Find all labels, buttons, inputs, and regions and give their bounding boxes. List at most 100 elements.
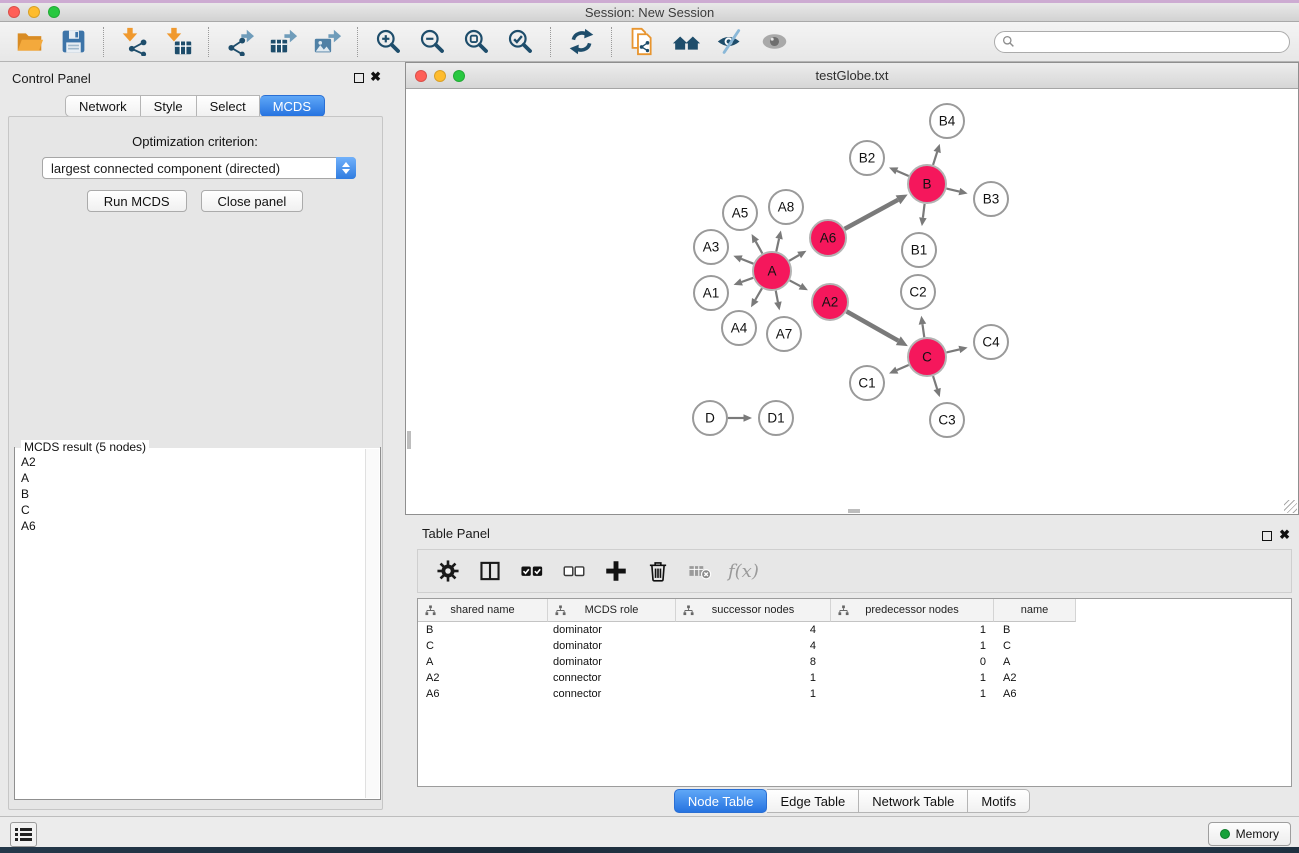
node-A2[interactable]: A2 bbox=[812, 284, 848, 320]
node-C1[interactable]: C1 bbox=[850, 366, 884, 400]
node-B4[interactable]: B4 bbox=[930, 104, 964, 138]
mcds-result-item[interactable]: A6 bbox=[17, 518, 364, 534]
search-input[interactable] bbox=[1015, 33, 1282, 51]
table-row[interactable]: A6connector11A6 bbox=[418, 686, 1291, 702]
node-A3[interactable]: A3 bbox=[694, 230, 728, 264]
node-B1[interactable]: B1 bbox=[902, 233, 936, 267]
tab-style[interactable]: Style bbox=[141, 95, 197, 117]
save-session-button[interactable] bbox=[54, 25, 92, 59]
minimize-network-button[interactable] bbox=[434, 70, 446, 82]
table-row[interactable]: Cdominator41C bbox=[418, 638, 1291, 654]
column-header-MCDS-role[interactable]: MCDS role bbox=[548, 599, 676, 622]
edge-A2-C[interactable] bbox=[847, 311, 899, 340]
search-field[interactable] bbox=[994, 31, 1290, 53]
edge-A6-B[interactable] bbox=[845, 200, 898, 229]
task-history-button[interactable] bbox=[10, 822, 37, 847]
edge-B-B2[interactable] bbox=[897, 171, 909, 176]
edge-A-A3[interactable] bbox=[741, 259, 753, 264]
select-all-button[interactable] bbox=[516, 555, 548, 587]
table-settings-button[interactable] bbox=[432, 555, 464, 587]
function-builder-button[interactable]: f(x) bbox=[728, 561, 759, 582]
close-table-panel-icon[interactable]: ✖ bbox=[1279, 528, 1290, 542]
optimization-criterion-select[interactable]: largest connected component (directed) bbox=[42, 157, 356, 179]
column-header-predecessor-nodes[interactable]: predecessor nodes bbox=[831, 599, 994, 622]
new-network-button[interactable] bbox=[623, 25, 661, 59]
memory-button[interactable]: Memory bbox=[1208, 822, 1291, 846]
zoom-in-button[interactable] bbox=[369, 25, 407, 59]
export-table-button[interactable] bbox=[264, 25, 302, 59]
table-row[interactable]: A2connector11A2 bbox=[418, 670, 1291, 686]
export-image-button[interactable] bbox=[308, 25, 346, 59]
edge-C-C3[interactable] bbox=[933, 376, 937, 389]
tab-select[interactable]: Select bbox=[197, 95, 260, 117]
node-D[interactable]: D bbox=[693, 401, 727, 435]
close-network-button[interactable] bbox=[415, 70, 427, 82]
deselect-all-button[interactable] bbox=[558, 555, 590, 587]
tab-edge-table[interactable]: Edge Table bbox=[767, 789, 859, 813]
edge-A-A1[interactable] bbox=[742, 278, 754, 282]
column-header-shared-name[interactable]: shared name bbox=[418, 599, 548, 622]
node-A7[interactable]: A7 bbox=[767, 317, 801, 351]
node-C3[interactable]: C3 bbox=[930, 403, 964, 437]
tab-network[interactable]: Network bbox=[65, 95, 141, 117]
first-neighbors-button[interactable] bbox=[667, 25, 705, 59]
table-row[interactable]: Bdominator41B bbox=[418, 622, 1291, 638]
minimize-window-button[interactable] bbox=[28, 6, 40, 18]
node-C2[interactable]: C2 bbox=[901, 275, 935, 309]
zoom-network-button[interactable] bbox=[453, 70, 465, 82]
node-A4[interactable]: A4 bbox=[722, 311, 756, 345]
edge-A-A2[interactable] bbox=[790, 280, 801, 286]
edge-C-C1[interactable] bbox=[897, 365, 909, 370]
mcds-result-item[interactable]: A bbox=[17, 470, 364, 486]
import-network-button[interactable] bbox=[115, 25, 153, 59]
run-mcds-button[interactable]: Run MCDS bbox=[87, 190, 187, 212]
tab-network-table[interactable]: Network Table bbox=[859, 789, 968, 813]
node-A6[interactable]: A6 bbox=[810, 220, 846, 256]
edge-B-B4[interactable] bbox=[933, 152, 937, 165]
close-panel-icon[interactable]: ✖ bbox=[370, 70, 381, 84]
column-header-name[interactable]: name bbox=[994, 599, 1076, 622]
refresh-layout-button[interactable] bbox=[562, 25, 600, 59]
add-column-button[interactable] bbox=[600, 555, 632, 587]
zoom-selected-button[interactable] bbox=[501, 25, 539, 59]
horizontal-scroll-thumb[interactable] bbox=[848, 509, 860, 513]
edge-A-A4[interactable] bbox=[755, 288, 762, 300]
node-C[interactable]: C bbox=[908, 338, 946, 376]
tab-mcds[interactable]: MCDS bbox=[260, 95, 325, 117]
tab-node-table[interactable]: Node Table bbox=[674, 789, 768, 813]
hide-selected-button[interactable] bbox=[711, 25, 749, 59]
node-B3[interactable]: B3 bbox=[974, 182, 1008, 216]
open-file-button[interactable] bbox=[10, 25, 48, 59]
export-network-button[interactable] bbox=[220, 25, 258, 59]
zoom-window-button[interactable] bbox=[48, 6, 60, 18]
edge-B-B3[interactable] bbox=[946, 189, 959, 192]
node-A8[interactable]: A8 bbox=[769, 190, 803, 224]
node-B[interactable]: B bbox=[908, 165, 946, 203]
column-header-successor-nodes[interactable]: successor nodes bbox=[676, 599, 831, 622]
node-A1[interactable]: A1 bbox=[694, 276, 728, 310]
delete-table-button[interactable] bbox=[684, 555, 716, 587]
vertical-scroll-thumb[interactable] bbox=[407, 431, 411, 449]
edge-A-A7[interactable] bbox=[776, 291, 778, 302]
zoom-out-button[interactable] bbox=[413, 25, 451, 59]
mcds-result-item[interactable]: B bbox=[17, 486, 364, 502]
import-table-button[interactable] bbox=[159, 25, 197, 59]
edge-A-A5[interactable] bbox=[756, 241, 763, 253]
float-table-panel-icon[interactable] bbox=[1262, 531, 1272, 541]
column-browser-button[interactable] bbox=[474, 555, 506, 587]
edge-C-C4[interactable] bbox=[946, 349, 959, 352]
node-D1[interactable]: D1 bbox=[759, 401, 793, 435]
mcds-result-item[interactable]: C bbox=[17, 502, 364, 518]
mcds-list-scrollbar[interactable] bbox=[365, 449, 379, 798]
mcds-result-item[interactable]: A2 bbox=[17, 454, 364, 470]
float-panel-icon[interactable] bbox=[354, 73, 364, 83]
edge-A-A8[interactable] bbox=[776, 239, 779, 252]
resize-grip-icon[interactable] bbox=[1284, 500, 1297, 513]
zoom-fit-button[interactable] bbox=[457, 25, 495, 59]
close-window-button[interactable] bbox=[8, 6, 20, 18]
tab-motifs[interactable]: Motifs bbox=[968, 789, 1030, 813]
show-all-button[interactable] bbox=[755, 25, 793, 59]
node-A[interactable]: A bbox=[753, 252, 791, 290]
node-C4[interactable]: C4 bbox=[974, 325, 1008, 359]
edge-B-B1[interactable] bbox=[923, 204, 925, 218]
